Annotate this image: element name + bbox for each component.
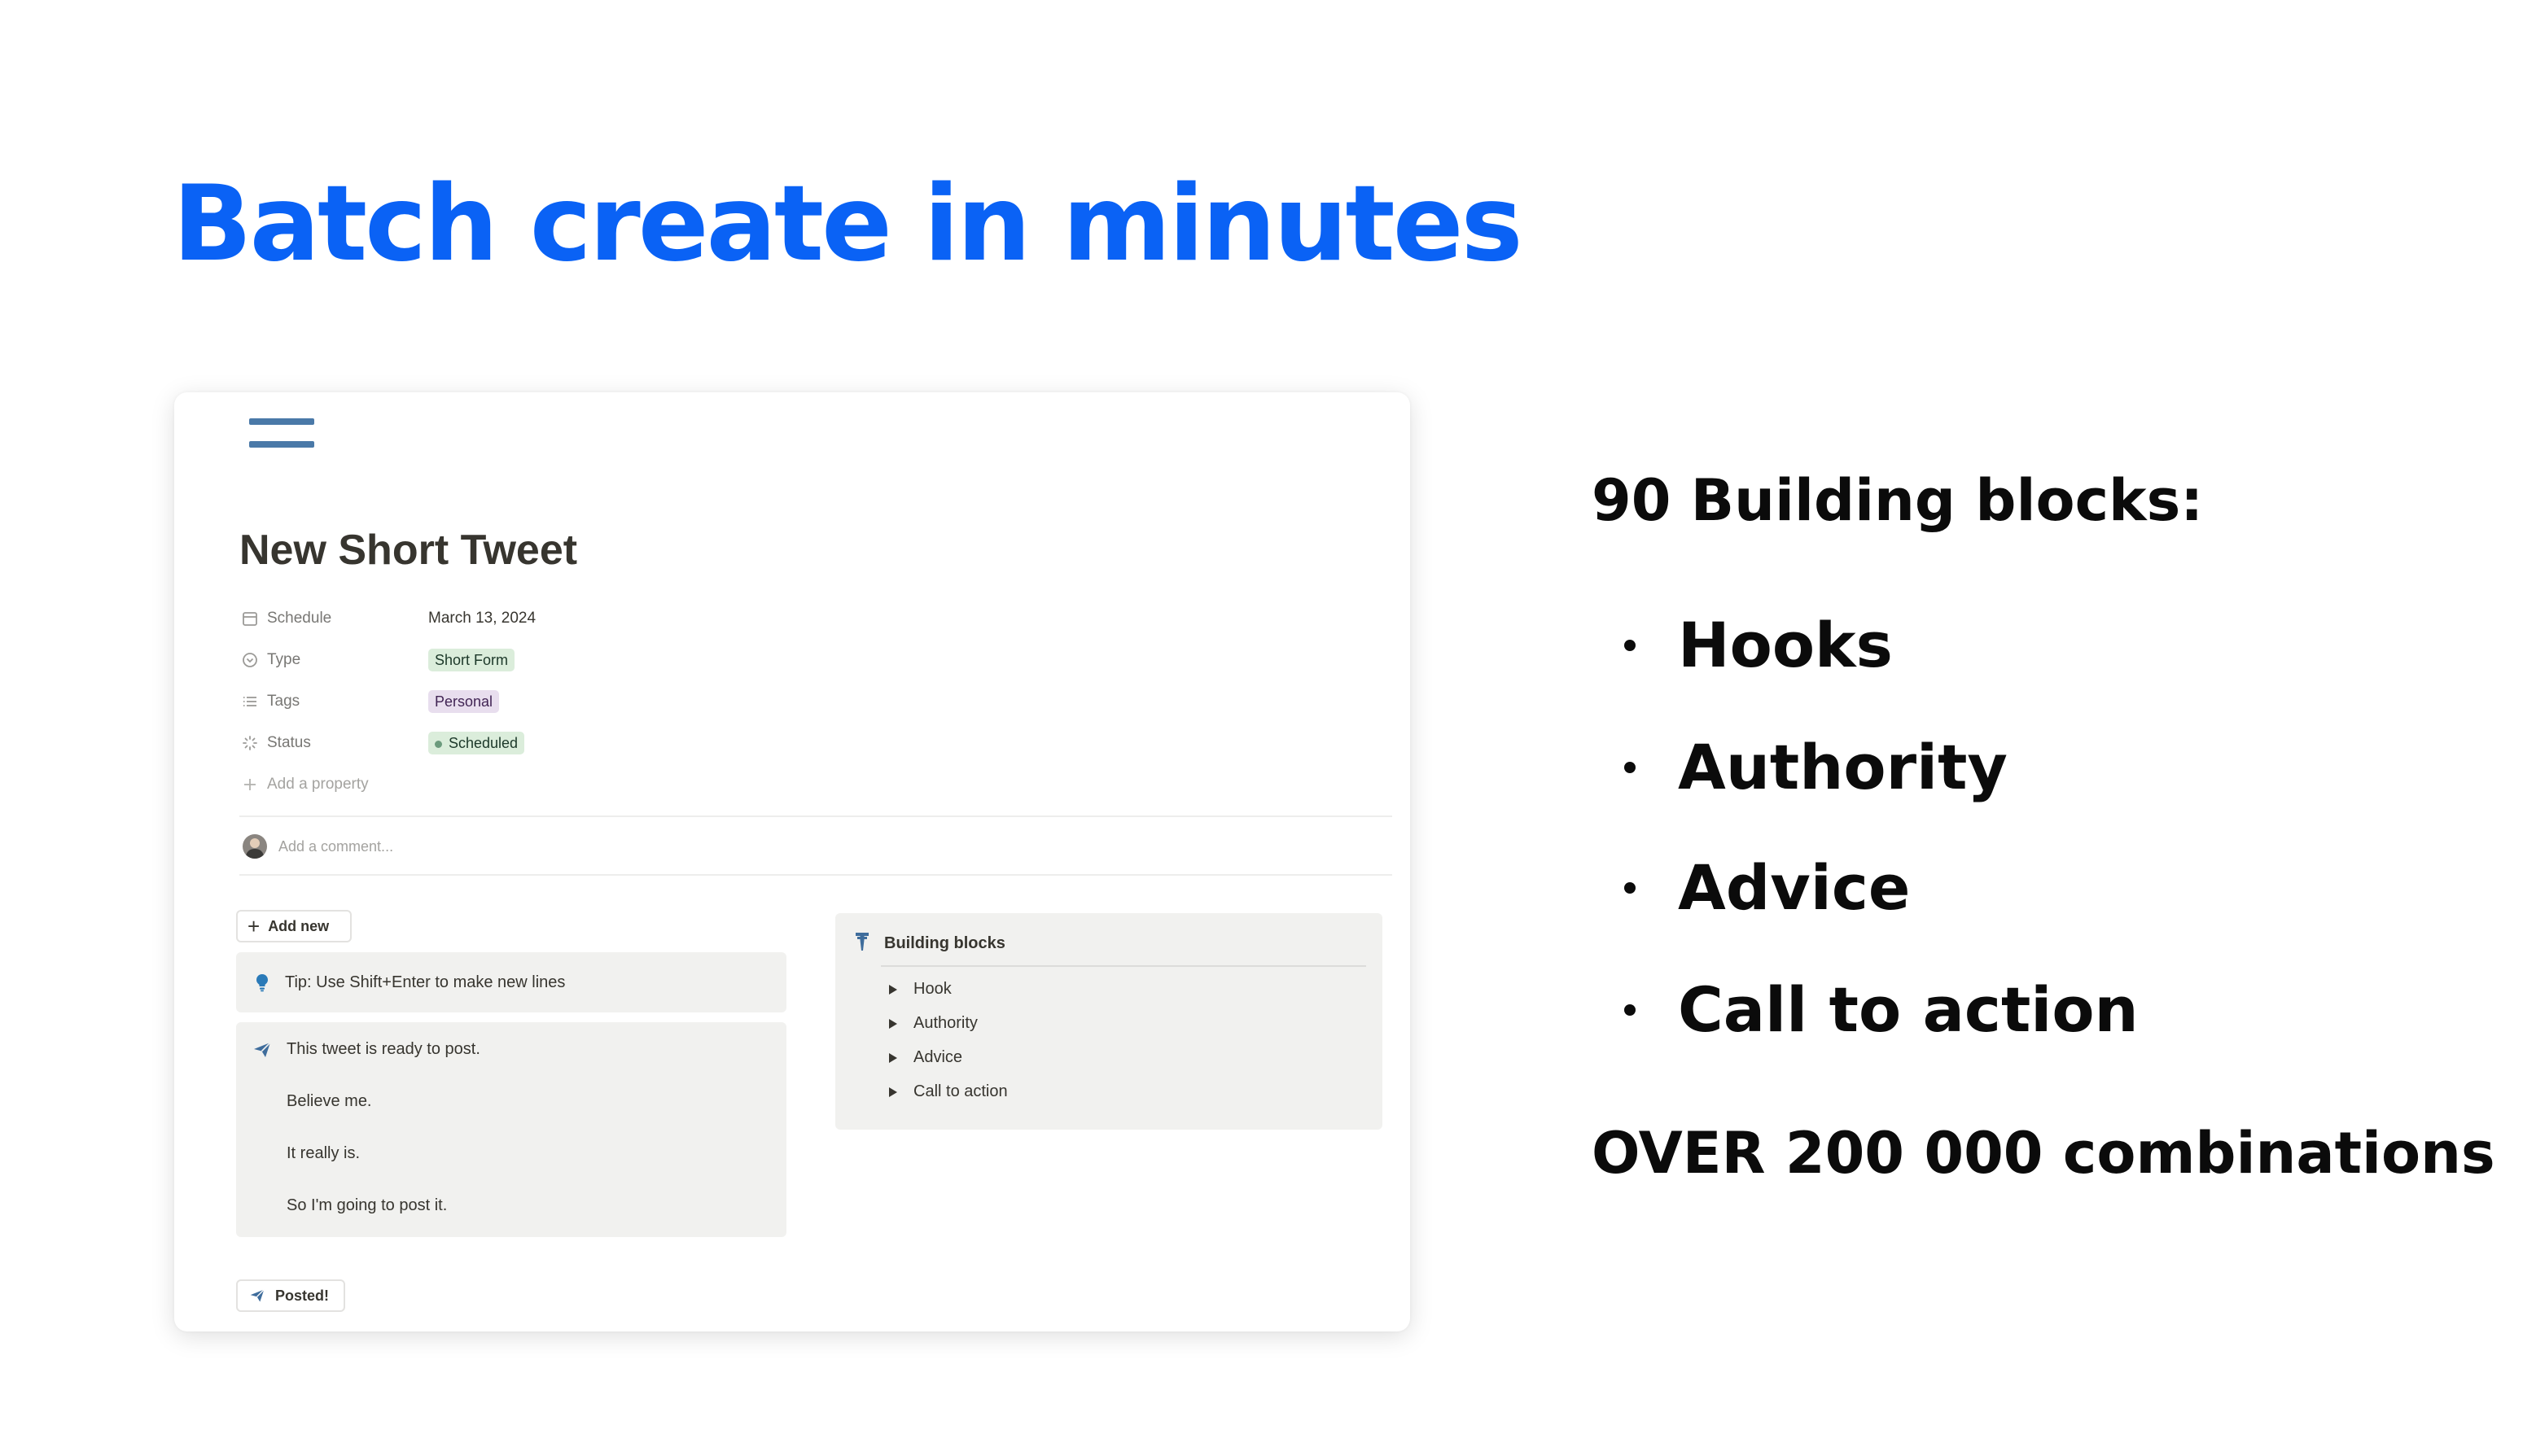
toggle-label: Authority — [913, 1014, 978, 1032]
add-property: Add a property — [241, 768, 369, 801]
property-status[interactable]: Status Scheduled — [241, 727, 892, 768]
calendar-icon — [243, 612, 257, 626]
add-new-button[interactable]: + Add new — [236, 910, 352, 942]
circle-chevron-icon — [243, 653, 257, 667]
tip-text: Tip: Use Shift+Enter to make new lines — [285, 973, 566, 991]
bullet-dot-icon — [1624, 639, 1636, 651]
tweet-callout: This tweet is ready to post. Believe me.… — [236, 1022, 786, 1237]
tip-callout: Tip: Use Shift+Enter to make new lines — [236, 952, 786, 1012]
tweet-line: So I'm going to post it. — [287, 1196, 448, 1214]
property-label: Schedule — [267, 610, 332, 627]
toggle-label: Call to action — [913, 1082, 1008, 1100]
property-key-tags: Tags — [241, 685, 300, 718]
paper-plane-icon — [250, 1289, 265, 1302]
building-blocks-divider — [881, 965, 1366, 967]
add-new-label: Add new — [268, 917, 330, 934]
feature-bullet: Authority — [1624, 731, 2008, 803]
avatar — [243, 834, 267, 859]
combinations-text: OVER 200 000 combinations — [1592, 1120, 2495, 1187]
property-tags[interactable]: Tags Personal — [241, 685, 892, 727]
bullet-dot-icon — [1624, 881, 1636, 894]
menu-icon-bar-top — [249, 418, 314, 425]
property-label: Status — [267, 734, 311, 751]
toggle-triangle-icon — [889, 984, 897, 995]
property-list: Schedule March 13, 2024 Type Short Form … — [241, 602, 892, 810]
feature-bullet-text: Call to action — [1678, 973, 2139, 1046]
page-title[interactable]: New Short Tweet — [239, 526, 577, 575]
tweet-line: This tweet is ready to post. — [287, 1040, 480, 1058]
property-key-schedule: Schedule — [241, 602, 331, 635]
tweet-line: Believe me. — [287, 1092, 372, 1110]
toggle-label: Advice — [913, 1048, 963, 1066]
property-value-status[interactable]: Scheduled — [428, 727, 525, 759]
comment-row[interactable]: Add a comment... — [239, 830, 393, 863]
toggle-triangle-icon — [889, 1087, 897, 1097]
comment-input[interactable]: Add a comment... — [278, 838, 393, 855]
toggle-label: Hook — [913, 980, 952, 998]
personal-tag: Personal — [428, 690, 500, 713]
lightbulb-icon — [256, 974, 268, 992]
add-property-label: Add a property — [267, 776, 369, 793]
bullet-dot-icon — [1624, 1003, 1636, 1016]
pin-icon — [856, 933, 869, 951]
feature-bullet-text: Advice — [1678, 851, 1911, 924]
property-value-tags[interactable]: Personal — [428, 685, 500, 718]
posted-button[interactable]: Posted! — [236, 1279, 345, 1312]
building-blocks-title: Building blocks — [884, 934, 1005, 952]
notion-page-card: New Short Tweet Schedule March 13, 2024 … — [174, 392, 1410, 1331]
feature-bullet-text: Authority — [1678, 731, 2008, 803]
list-icon — [243, 697, 256, 706]
paper-plane-icon — [254, 1042, 271, 1057]
toggle-hook[interactable]: Hook — [889, 980, 952, 999]
divider-top — [239, 815, 1392, 817]
toggle-advice[interactable]: Advice — [889, 1048, 962, 1067]
feature-bullet-text: Hooks — [1678, 609, 1893, 681]
posted-label: Posted! — [275, 1287, 330, 1304]
status-spinner-icon — [243, 736, 257, 750]
toggle-triangle-icon — [889, 1018, 897, 1029]
bullet-dot-icon — [1624, 761, 1636, 773]
property-key-type: Type — [241, 644, 300, 676]
menu-icon[interactable] — [249, 418, 314, 457]
property-label: Type — [267, 651, 301, 668]
schedule-date: March 13, 2024 — [428, 610, 537, 627]
add-property-button[interactable]: Add a property — [241, 768, 892, 810]
building-blocks-callout: Building blocks Hook Authority Advice Ca… — [835, 913, 1382, 1130]
status-label: Scheduled — [449, 735, 519, 751]
menu-icon-bar-bottom — [249, 441, 314, 448]
feature-bullet: Hooks — [1624, 609, 1893, 681]
property-value-schedule[interactable]: March 13, 2024 — [428, 602, 536, 635]
headline: Batch create in minutes — [173, 164, 1523, 285]
tweet-line: It really is. — [287, 1144, 361, 1162]
toggle-call-to-action[interactable]: Call to action — [889, 1082, 1008, 1101]
property-schedule[interactable]: Schedule March 13, 2024 — [241, 602, 892, 644]
plus-icon: + — [247, 914, 261, 938]
feature-bullet: Advice — [1624, 851, 1910, 924]
feature-bullet: Call to action — [1624, 973, 2139, 1046]
features-heading: 90 Building blocks: — [1592, 467, 2204, 534]
status-dot-icon — [435, 741, 442, 748]
plus-icon — [244, 779, 256, 790]
toggle-triangle-icon — [889, 1052, 897, 1063]
property-label: Tags — [267, 693, 300, 710]
toggle-authority[interactable]: Authority — [889, 1014, 978, 1033]
property-key-status: Status — [241, 727, 311, 759]
property-type[interactable]: Type Short Form — [241, 644, 892, 685]
divider-bottom — [239, 874, 1392, 876]
status-badge: Scheduled — [428, 732, 525, 754]
property-value-type[interactable]: Short Form — [428, 644, 515, 676]
type-tag: Short Form — [428, 649, 515, 671]
